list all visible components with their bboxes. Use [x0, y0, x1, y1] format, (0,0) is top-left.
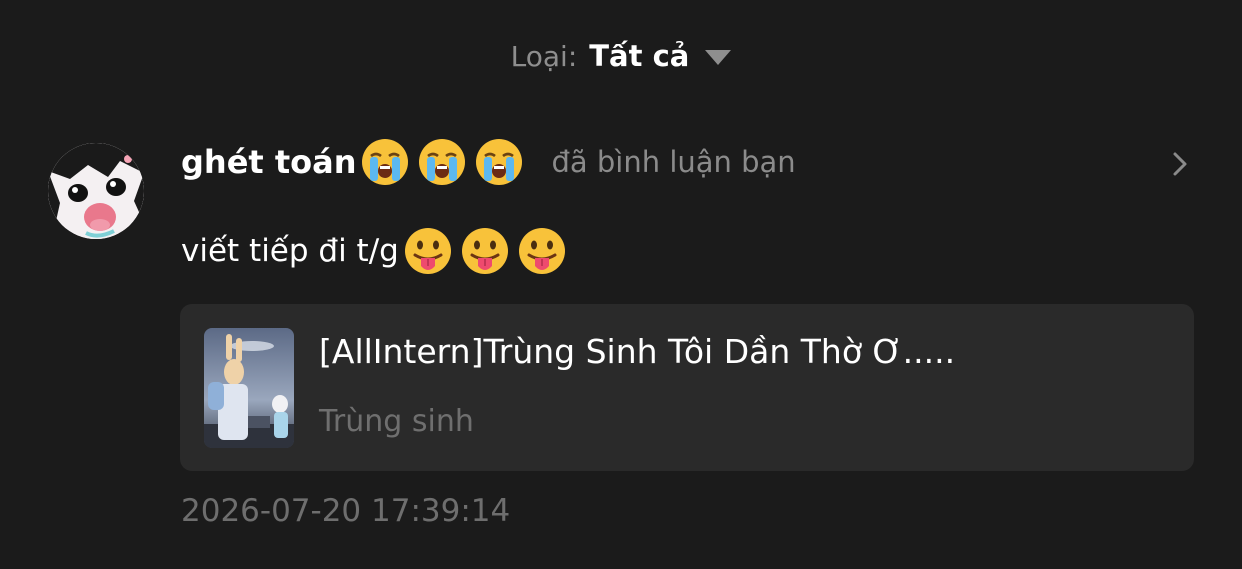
- avatar[interactable]: [48, 143, 144, 239]
- comment: viết tiếp đi t/g: [181, 224, 574, 278]
- notification-page: Loại: Tất cả ghét toán đã bình luận bạn …: [0, 0, 1242, 569]
- filter-value: Tất cả: [589, 39, 690, 73]
- filter-bar: Loại: Tất cả: [0, 32, 1242, 80]
- book-title: [AllIntern]Trùng Sinh Tôi Dần Thờ Ơ.....: [319, 332, 956, 371]
- crying-face-icon: [476, 139, 523, 185]
- type-filter-dropdown[interactable]: Loại: Tất cả: [511, 39, 732, 73]
- notification-header: ghét toán đã bình luận bạn: [181, 136, 1191, 188]
- filter-label: Loại:: [510, 39, 578, 73]
- book-cover: [204, 328, 294, 448]
- timestamp: 2026-07-20 17:39:14: [181, 493, 511, 529]
- crying-face-icon: [419, 139, 466, 185]
- tongue-face-icon: [404, 228, 451, 274]
- comment-text: viết tiếp đi t/g: [181, 233, 399, 269]
- username[interactable]: ghét toán: [181, 143, 356, 181]
- book-card[interactable]: [AllIntern]Trùng Sinh Tôi Dần Thờ Ơ.....…: [180, 304, 1194, 471]
- chevron-right-icon[interactable]: [1168, 150, 1192, 178]
- comment-emojis: [403, 226, 574, 276]
- book-genre: Trùng sinh: [319, 404, 474, 439]
- caret-down-icon: [705, 49, 732, 65]
- action-text: đã bình luận bạn: [551, 145, 796, 179]
- tongue-face-icon: [461, 228, 508, 274]
- tongue-face-icon: [518, 228, 565, 274]
- crying-face-icon: [362, 139, 409, 185]
- username-emojis: [360, 137, 531, 187]
